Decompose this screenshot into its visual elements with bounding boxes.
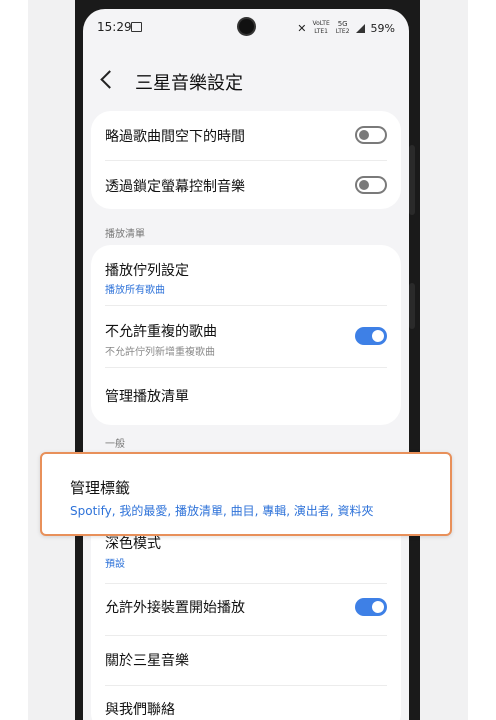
lockscreen-control-toggle[interactable] [355, 176, 387, 194]
setting-skip-gaps[interactable]: 略過歌曲間空下的時間 [91, 111, 401, 160]
status-icons: ✕ VoLTE LTE1 5G LTE2 59% [297, 20, 395, 36]
section-header-general: 一般 [105, 439, 125, 450]
front-camera [239, 19, 254, 34]
signal-icon [355, 23, 365, 33]
setting-sublabel: 預設 [105, 559, 125, 570]
setting-label: 深色模式 [105, 536, 161, 552]
setting-label: 透過鎖定螢幕控制音樂 [105, 179, 245, 195]
setting-external-device-play[interactable]: 允許外接裝置開始播放 [91, 583, 401, 635]
setting-label: 管理播放清單 [105, 389, 189, 405]
app-bar: 三星音樂設定 [83, 63, 409, 99]
battery-level: 59% [370, 21, 395, 35]
setting-sublabel: 不允許佇列新增重複歌曲 [105, 347, 215, 358]
setting-manage-playlists[interactable]: 管理播放清單 [91, 367, 401, 425]
setting-label: 播放佇列設定 [105, 263, 189, 279]
setting-label: 略過歌曲間空下的時間 [105, 129, 245, 145]
setting-label: 與我們聯絡 [105, 702, 175, 718]
setting-about[interactable]: 關於三星音樂 [91, 635, 401, 685]
network-indicator: 5G LTE2 [335, 20, 350, 35]
back-arrow-icon[interactable] [100, 70, 119, 89]
phone-screen: 15:29 ✕ VoLTE LTE1 5G LTE2 59% 三星音樂設定 略過… [83, 9, 409, 720]
setting-lockscreen-control[interactable]: 透過鎖定螢幕控制音樂 [91, 160, 401, 209]
settings-card-playlist: 播放佇列設定 播放所有歌曲 不允許重複的歌曲 不允許佇列新增重複歌曲 管理播放清… [91, 245, 401, 425]
power-button [409, 283, 415, 329]
callout-title: 管理標籤 [70, 479, 131, 497]
manage-tags-callout[interactable]: 管理標籤 Spotify, 我的最愛, 播放清單, 曲目, 專輯, 演出者, 資… [40, 452, 452, 536]
setting-label: 不允許重複的歌曲 [105, 324, 217, 340]
volume-button [409, 145, 415, 215]
mute-icon: ✕ [297, 21, 307, 35]
setting-sublabel: 播放所有歌曲 [105, 285, 165, 296]
setting-contact-us[interactable]: 與我們聯絡 [91, 685, 401, 720]
external-device-play-toggle[interactable] [355, 598, 387, 616]
page-title: 三星音樂設定 [135, 73, 243, 94]
skip-gaps-toggle[interactable] [355, 126, 387, 144]
no-duplicates-toggle[interactable] [355, 327, 387, 345]
setting-no-duplicates[interactable]: 不允許重複的歌曲 不允許佇列新增重複歌曲 [91, 305, 401, 367]
setting-queue[interactable]: 播放佇列設定 播放所有歌曲 [91, 245, 401, 305]
section-header-playlist: 播放清單 [105, 229, 145, 240]
setting-label: 允許外接裝置開始播放 [105, 600, 245, 616]
status-time: 15:29 [97, 20, 132, 34]
status-bar: 15:29 ✕ VoLTE LTE1 5G LTE2 59% [83, 9, 409, 45]
gallery-icon [131, 22, 142, 32]
settings-card-top: 略過歌曲間空下的時間 透過鎖定螢幕控制音樂 [91, 111, 401, 209]
volte-indicator: VoLTE LTE1 [312, 20, 330, 35]
callout-sublabel: Spotify, 我的最愛, 播放清單, 曲目, 專輯, 演出者, 資料夾 [70, 504, 374, 518]
setting-label: 關於三星音樂 [105, 653, 189, 669]
